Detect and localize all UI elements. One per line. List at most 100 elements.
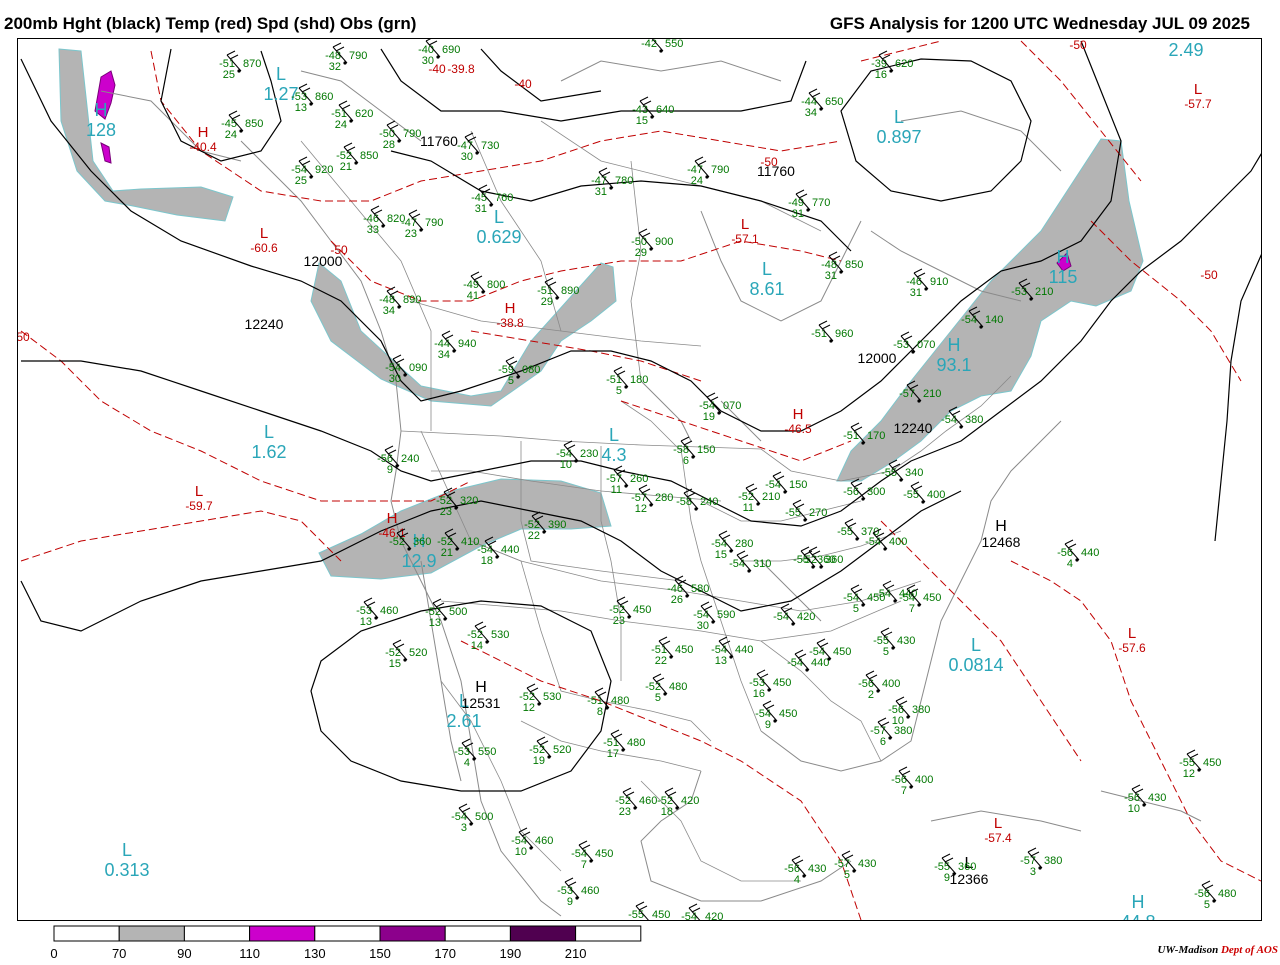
center-letter: L bbox=[195, 483, 203, 500]
obs-temperature: -54 bbox=[809, 646, 825, 658]
wind-barb-flag bbox=[652, 673, 662, 679]
wind-barb-flag bbox=[877, 717, 887, 723]
station-obs: -4931770 bbox=[788, 189, 830, 220]
center-value: 0.0814 bbox=[948, 655, 1003, 675]
pressure-center: H-46.5 bbox=[784, 406, 812, 436]
obs-dewpoint: 30 bbox=[461, 151, 473, 163]
center-letter: L bbox=[609, 425, 619, 445]
obs-temperature: -54 bbox=[773, 611, 789, 623]
center-value: 2.49 bbox=[1168, 40, 1203, 60]
obs-height: 300 bbox=[867, 486, 885, 498]
pressure-center: H128 bbox=[86, 100, 116, 140]
station-obs: -4631910 bbox=[906, 268, 948, 299]
obs-height: 920 bbox=[315, 164, 333, 176]
obs-height: 400 bbox=[927, 489, 945, 501]
wind-barb-flag bbox=[1201, 880, 1211, 886]
wind-barb-flag bbox=[622, 787, 632, 793]
station-obs: -5219520 bbox=[529, 736, 571, 767]
obs-height: 210 bbox=[762, 491, 780, 503]
obs-temperature: -54 bbox=[681, 911, 697, 920]
station-obs: -5221850 bbox=[336, 142, 378, 173]
station-obs: -5125870 bbox=[219, 50, 261, 81]
obs-dewpoint: 25 bbox=[295, 175, 307, 187]
obs-height: 450 bbox=[867, 592, 885, 604]
obs-height: 430 bbox=[858, 858, 876, 870]
station-obs: -55 270 bbox=[785, 499, 827, 522]
obs-dewpoint: 18 bbox=[661, 806, 673, 818]
obs-dewpoint: 33 bbox=[367, 224, 379, 236]
jet-streak-southwest bbox=[318, 478, 612, 580]
obs-height: 280 bbox=[735, 538, 753, 550]
legend-swatch bbox=[444, 925, 511, 942]
obs-height: 910 bbox=[930, 276, 948, 288]
center-letter: L bbox=[1128, 625, 1136, 642]
station-obs: -543500 bbox=[451, 803, 493, 834]
wind-barb-flag bbox=[505, 356, 515, 362]
wind-barb-flag bbox=[470, 271, 480, 277]
pressure-center: L-59.7 bbox=[185, 483, 213, 513]
obs-height: 450 bbox=[779, 708, 797, 720]
station-obs: -4626580 bbox=[667, 575, 709, 606]
wind-barb-flag bbox=[458, 803, 468, 809]
obs-height: 440 bbox=[735, 644, 753, 656]
wind-barb-flag bbox=[638, 228, 648, 234]
obs-dewpoint: 4 bbox=[794, 874, 800, 886]
obs-height: 380 bbox=[894, 725, 912, 737]
obs-temperature: -55 bbox=[628, 909, 644, 920]
wind-barb-flag bbox=[658, 636, 668, 642]
obs-dewpoint: 23 bbox=[405, 228, 417, 240]
obs-height: 770 bbox=[812, 197, 830, 209]
wind-barb-flag bbox=[808, 546, 818, 552]
center-letter: H bbox=[198, 124, 209, 141]
obs-dewpoint: 34 bbox=[805, 107, 817, 119]
temperature-label: -50 bbox=[1069, 39, 1087, 52]
obs-dewpoint: 9 bbox=[944, 872, 950, 884]
wind-barb-flag bbox=[694, 156, 704, 162]
obs-height: 450 bbox=[595, 848, 613, 860]
obs-dewpoint: 5 bbox=[655, 692, 661, 704]
station-obs: -5610380 bbox=[888, 696, 930, 727]
legend-swatch bbox=[314, 925, 381, 942]
obs-height: 180 bbox=[630, 374, 648, 386]
center-letter: L bbox=[741, 216, 749, 233]
pressure-center: L-60.6 bbox=[250, 225, 278, 255]
obs-height: 090 bbox=[409, 362, 427, 374]
obs-dewpoint: 13 bbox=[295, 102, 307, 114]
obs-height: 440 bbox=[1081, 547, 1099, 559]
wind-barb-flag bbox=[564, 877, 574, 883]
center-value: -57.1 bbox=[731, 232, 759, 246]
obs-height: 430 bbox=[1148, 792, 1166, 804]
wind-barb-flag bbox=[664, 787, 674, 793]
obs-height: 380 bbox=[965, 414, 983, 426]
wind-barb-flag bbox=[794, 649, 804, 655]
station-obs: -586150 bbox=[673, 436, 715, 467]
pressure-center: L-57.7 bbox=[1184, 81, 1212, 111]
wind-barb-flag bbox=[895, 696, 905, 702]
obs-height: 400 bbox=[882, 678, 900, 690]
obs-dewpoint: 12 bbox=[1183, 768, 1195, 780]
obs-height: 420 bbox=[705, 911, 723, 920]
obs-dewpoint: 15 bbox=[636, 115, 648, 127]
obs-height: 430 bbox=[808, 863, 826, 875]
obs-height: 440 bbox=[811, 657, 829, 669]
pressure-center: L-57.6 bbox=[1118, 625, 1146, 655]
obs-height: 230 bbox=[580, 448, 598, 460]
obs-dewpoint: 31 bbox=[595, 186, 607, 198]
map-title: 200mb Hght (black) Temp (red) Spd (shd) … bbox=[4, 14, 417, 33]
obs-height: 790 bbox=[349, 50, 367, 62]
center-value: -57.4 bbox=[984, 831, 1012, 845]
center-letter: L bbox=[276, 64, 286, 84]
obs-dewpoint: 34 bbox=[438, 349, 450, 361]
station-obs: -564440 bbox=[1057, 539, 1099, 570]
center-letter: L bbox=[264, 422, 274, 442]
wind-barb-flag bbox=[635, 901, 645, 907]
center-letter: H bbox=[95, 100, 108, 120]
wind-barb-flag bbox=[762, 700, 772, 706]
center-value: 12531 bbox=[462, 695, 501, 711]
obs-height: 500 bbox=[449, 606, 467, 618]
pressure-center: L0.897 bbox=[876, 107, 921, 147]
station-obs: -5213500 bbox=[425, 598, 467, 629]
obs-height: 420 bbox=[797, 611, 815, 623]
wind-barb-flag bbox=[343, 142, 353, 148]
obs-dewpoint: 31 bbox=[825, 270, 837, 282]
